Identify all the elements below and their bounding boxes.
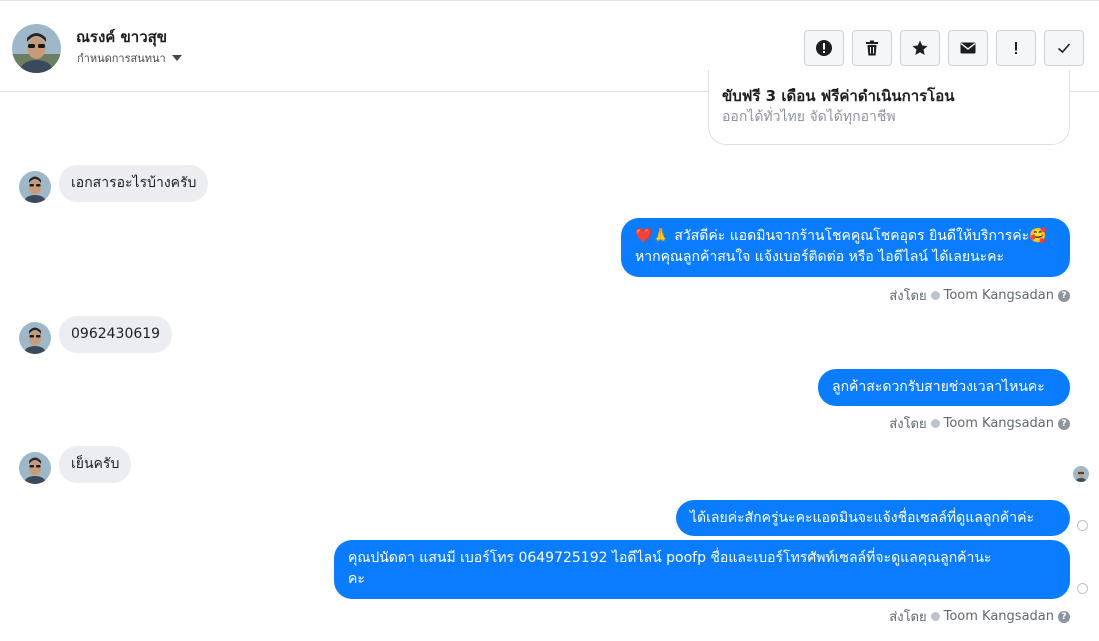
card-title: ขับฟรี 3 เดือน ฟรีค่าดำเนินการโอน bbox=[722, 87, 955, 105]
sent-by-info: ส่งโดย Toom Kangsadan ? bbox=[889, 413, 1070, 434]
sent-by-info: ส่งโดย Toom Kangsadan ? bbox=[889, 606, 1070, 627]
check-icon bbox=[1057, 43, 1071, 54]
sent-by-prefix: ส่งโดย bbox=[889, 610, 927, 625]
outgoing-message: คุณปนัดดา แสนมี เบอร์โทร 0649725192 ไอดี… bbox=[334, 540, 1070, 599]
star-button[interactable] bbox=[900, 30, 940, 66]
ad-reply-card[interactable]: ขับฟรี 3 เดือน ฟรีค่าดำเนินการโอน ออกได้… bbox=[708, 70, 1070, 145]
alert-circle-icon bbox=[816, 40, 832, 56]
verified-check-icon bbox=[930, 419, 940, 428]
spam-button[interactable] bbox=[804, 30, 844, 66]
sent-by-info: ส่งโดย Toom Kangsadan ? bbox=[889, 285, 1070, 306]
help-icon[interactable]: ? bbox=[1058, 417, 1070, 430]
contact-avatar-small bbox=[19, 171, 51, 203]
sent-by-prefix: ส่งโดย bbox=[889, 417, 927, 432]
star-icon bbox=[912, 40, 928, 55]
incoming-message: เอกสารอะไรบ้างครับ bbox=[59, 165, 209, 202]
message-line: คะ bbox=[348, 571, 365, 587]
sent-by-agent[interactable]: Toom Kangsadan bbox=[944, 416, 1054, 431]
delete-button[interactable] bbox=[852, 30, 892, 66]
seen-avatar bbox=[1073, 466, 1089, 482]
message-line: หากคุณลูกค้าสนใจ แจ้งเบอร์ติดต่อ หรือ ไอ… bbox=[635, 249, 1005, 265]
assign-label: กำหนดการสนทนา bbox=[77, 52, 166, 65]
outgoing-message: ได้เลยค่ะสักครู่นะคะแอดมินจะแจ้งชื่อเซลล… bbox=[676, 500, 1070, 536]
delivered-check-icon bbox=[1077, 583, 1088, 594]
assign-conversation-dropdown[interactable]: กำหนดการสนทนา bbox=[77, 49, 182, 67]
verified-check-icon bbox=[930, 612, 940, 621]
sent-by-agent[interactable]: Toom Kangsadan bbox=[944, 288, 1054, 303]
follow-up-button[interactable] bbox=[996, 30, 1036, 66]
sent-by-agent[interactable]: Toom Kangsadan bbox=[944, 609, 1054, 624]
caret-down-icon bbox=[171, 55, 182, 61]
verified-check-icon bbox=[930, 291, 940, 300]
contact-name[interactable]: ณรงค์ ขาวสุข bbox=[76, 25, 167, 49]
contact-avatar-small bbox=[19, 322, 51, 354]
mark-done-button[interactable] bbox=[1044, 30, 1084, 66]
contact-avatar-small bbox=[19, 452, 51, 484]
message-line: ❤️🙏 สวัสดีค่ะ แอดมินจากร้านโชคคูณโชคอุดร… bbox=[635, 228, 1047, 244]
help-icon[interactable]: ? bbox=[1058, 289, 1070, 302]
delivered-check-icon bbox=[1077, 520, 1088, 531]
sent-by-prefix: ส่งโดย bbox=[889, 289, 927, 304]
trash-icon bbox=[866, 40, 878, 56]
incoming-message: 0962430619 bbox=[59, 316, 173, 353]
card-subtitle: ออกได้ทั่วไทย จัดได้ทุกอาชีพ bbox=[722, 109, 896, 125]
outgoing-message: ❤️🙏 สวัสดีค่ะ แอดมินจากร้านโชคคูณโชคอุดร… bbox=[621, 218, 1070, 277]
message-line: คุณปนัดดา แสนมี เบอร์โทร 0649725192 ไอดี… bbox=[348, 550, 992, 566]
envelope-icon bbox=[960, 42, 976, 54]
mark-unread-button[interactable] bbox=[948, 30, 988, 66]
help-icon[interactable]: ? bbox=[1058, 610, 1070, 623]
contact-avatar[interactable] bbox=[12, 24, 61, 73]
exclamation-icon bbox=[1015, 42, 1017, 54]
incoming-message: เย็นครับ bbox=[59, 446, 132, 483]
outgoing-message: ลูกค้าสะดวกรับสายช่วงเวลาไหนคะ bbox=[818, 369, 1070, 406]
